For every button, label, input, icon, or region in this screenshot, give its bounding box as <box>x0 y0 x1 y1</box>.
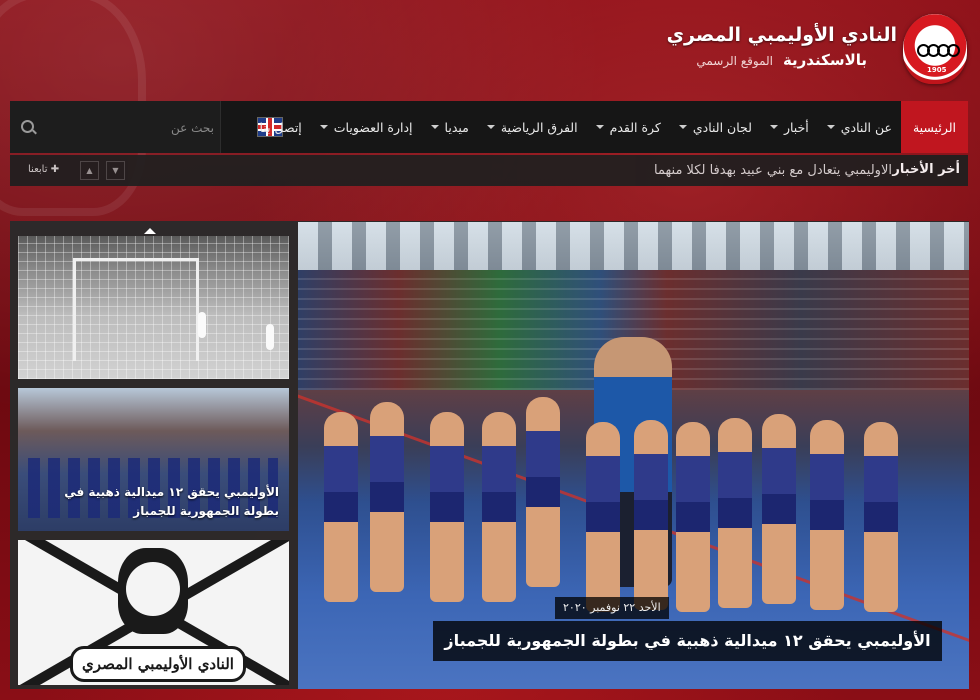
nav-item-label: إتصل بنا <box>259 119 302 135</box>
gymnast-figure <box>634 420 668 610</box>
ticker-headline[interactable]: الاوليمبي يتعادل مع بني عبيد بهدفا لكلا … <box>654 163 892 178</box>
slider-thumbnail[interactable]: النادي الأوليمبي المصري <box>18 540 289 685</box>
search-input[interactable] <box>44 113 216 143</box>
nav-item-label: إدارة العضويات <box>333 119 413 135</box>
player-figure <box>198 312 206 338</box>
club-emblem-icon <box>118 548 188 634</box>
slide-caption[interactable]: الأوليمبي يحقق ١٢ ميدالية ذهبية في بطولة… <box>433 621 942 661</box>
chevron-up-icon[interactable]: ▲ <box>80 161 99 180</box>
chevron-up-icon[interactable] <box>144 228 156 234</box>
site-city: بالاسكندرية <box>782 51 867 69</box>
follow-button[interactable]: ✚ تابعنا <box>28 164 59 175</box>
nav-item-committees[interactable]: لجان النادي <box>670 101 761 153</box>
chevron-down-icon <box>319 125 328 129</box>
search-icon[interactable] <box>21 120 34 133</box>
nav-item-football[interactable]: كرة القدم <box>587 101 670 153</box>
nav-item-label: الفرق الرياضية <box>500 119 578 135</box>
nav-item-news[interactable]: أخبار <box>761 101 818 153</box>
nav-item-label: لجان النادي <box>692 119 752 135</box>
gymnast-figure <box>762 414 796 604</box>
gymnast-figure <box>586 422 620 612</box>
search-box <box>10 101 221 153</box>
nav-item-label: الرئيسية <box>912 119 956 135</box>
gymnast-figure <box>370 402 404 592</box>
site-tagline: الموقع الرسمي <box>696 54 773 68</box>
player-figure <box>266 324 274 350</box>
nav-item-home[interactable]: الرئيسية <box>900 101 968 153</box>
gymnast-figure <box>482 412 516 602</box>
gymnast-figure <box>718 418 752 608</box>
follow-label: تابعنا <box>28 164 48 175</box>
nav-menu: الرئيسية عن النادي أخبار لجان النادي كرة… <box>250 101 968 153</box>
main-navbar: الرئيسية عن النادي أخبار لجان النادي كرة… <box>10 101 968 153</box>
hall-windows <box>298 222 969 272</box>
chevron-down-icon <box>595 125 604 129</box>
emblem-center <box>126 562 180 616</box>
gymnast-figure <box>430 412 464 602</box>
chevron-down-icon <box>678 125 687 129</box>
nav-item-label: عن النادي <box>840 119 892 135</box>
chevron-down-icon <box>430 125 439 129</box>
slider-thumbnail[interactable]: الأوليمبي يحقق ١٢ ميدالية ذهبية في بطولة… <box>18 388 289 531</box>
news-ticker: أخر الأخبار الاوليمبي يتعادل مع بني عبيد… <box>10 155 968 186</box>
chevron-down-icon <box>486 125 495 129</box>
gymnast-figure <box>324 412 358 602</box>
nav-item-label: ميديا <box>444 119 469 135</box>
ticker-label: أخر الأخبار <box>892 162 960 177</box>
logo-year: 1905 <box>927 66 947 74</box>
nav-item-label: كرة القدم <box>609 119 661 135</box>
nav-item-contact[interactable]: إتصل بنا <box>250 101 310 153</box>
nav-item-memberships[interactable]: إدارة العضويات <box>311 101 422 153</box>
nav-item-about[interactable]: عن النادي <box>818 101 901 153</box>
gymnast-figure <box>810 420 844 610</box>
gymnast-figure <box>864 422 898 612</box>
nav-item-media[interactable]: ميديا <box>422 101 478 153</box>
nav-item-sports-teams[interactable]: الفرق الرياضية <box>478 101 587 153</box>
gymnast-figure <box>676 422 710 612</box>
slider-thumbnail[interactable] <box>18 236 289 379</box>
chevron-down-icon[interactable]: ▼ <box>106 161 125 180</box>
goal-post-image <box>73 258 199 361</box>
club-logo[interactable]: 1905 <box>903 14 967 84</box>
plus-icon: ✚ <box>47 164 60 175</box>
nav-item-label: أخبار <box>783 119 809 135</box>
olympic-ring-icon <box>947 44 960 57</box>
slide-date: الأحد ٢٢ نوفمبر ٢٠٢٠ <box>555 597 669 619</box>
chevron-down-icon <box>769 125 778 129</box>
chevron-down-icon <box>826 125 835 129</box>
thumbnail-caption: الأوليمبي يحقق ١٢ ميدالية ذهبية في بطولة… <box>64 485 279 518</box>
club-script-logo: النادي الأوليمبي المصري <box>70 646 246 682</box>
site-title[interactable]: النادي الأوليمبي المصري <box>667 24 897 46</box>
gymnast-figure <box>526 397 560 587</box>
